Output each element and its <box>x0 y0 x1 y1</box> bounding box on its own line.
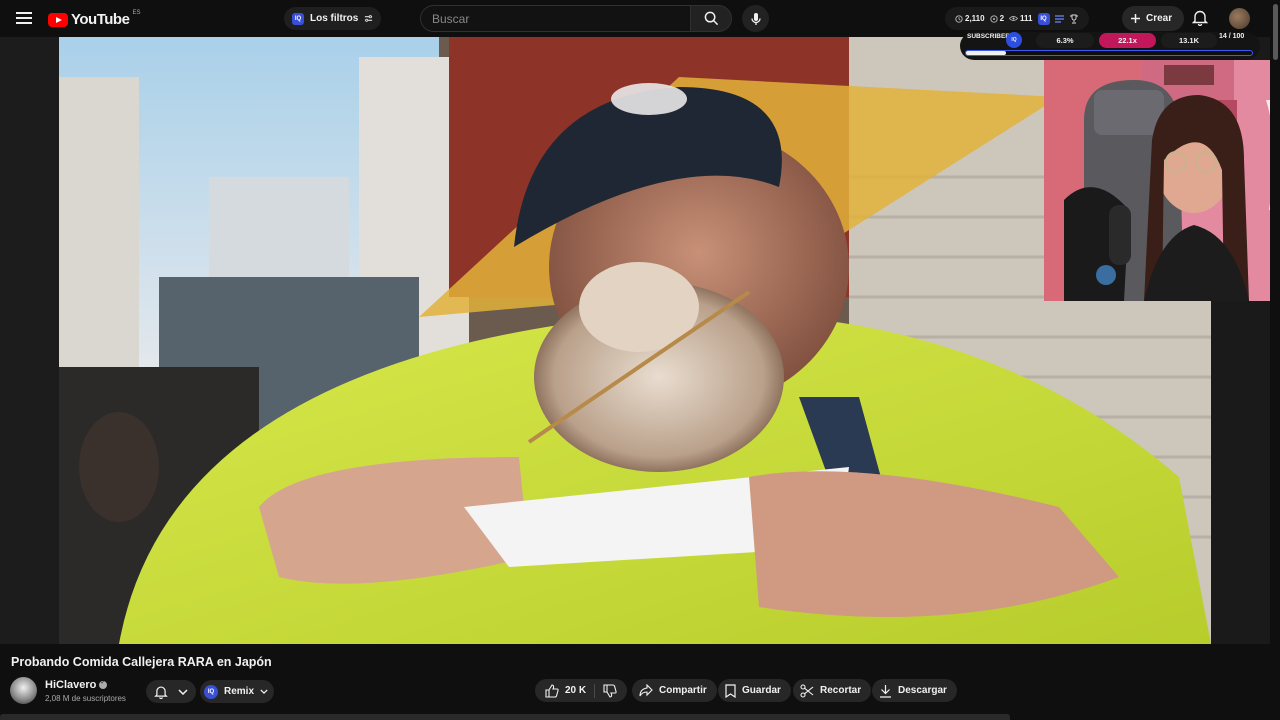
remix-label: Remix <box>224 686 255 697</box>
views-stat: 111 <box>1009 14 1033 23</box>
filter-icon <box>365 15 373 22</box>
scrollbar-thumb[interactable] <box>1273 4 1278 60</box>
streamer-webcam-overlay <box>1044 60 1270 301</box>
chevron-down-icon <box>178 688 188 695</box>
clip-label: Recortar <box>820 685 862 696</box>
dislike-button[interactable] <box>603 683 617 698</box>
eye-icon <box>1009 16 1019 21</box>
tracker-logo: IQ <box>1006 32 1022 48</box>
view-icon <box>989 14 998 23</box>
youtube-logo-icon <box>48 12 68 27</box>
bell-icon <box>1191 10 1209 27</box>
create-label: Crear <box>1146 13 1173 24</box>
download-label: Descargar <box>898 685 947 696</box>
video-player[interactable] <box>0 37 1270 644</box>
extension-badge: IQ <box>1037 12 1050 25</box>
logo-text: YouTube <box>71 11 130 28</box>
bookmark-icon <box>725 683 736 698</box>
chevron-down-icon <box>260 689 268 694</box>
save-label: Guardar <box>742 685 781 696</box>
share-icon <box>639 684 653 697</box>
trophy-icon <box>1069 14 1078 23</box>
search-bar <box>420 5 732 32</box>
search-input[interactable] <box>420 5 690 32</box>
extension-stats[interactable]: 2,110 2 111 IQ <box>945 7 1089 30</box>
search-button[interactable] <box>690 5 732 32</box>
like-count: 20 K <box>565 685 587 696</box>
verified-icon <box>99 679 108 689</box>
tracker-metric-2: 22.1x <box>1099 33 1156 48</box>
microphone-icon <box>750 12 761 25</box>
like-divider <box>594 683 596 698</box>
filters-button[interactable]: IQ Los filtros <box>284 7 382 30</box>
views-count: 111 <box>1020 14 1033 23</box>
video-frame[interactable] <box>59 37 1211 644</box>
secondary-stat: 2 <box>989 14 1005 23</box>
channel-name-row[interactable]: HiClavero <box>45 679 108 691</box>
channel-avatar[interactable] <box>10 677 37 704</box>
thumbs-down-icon <box>603 683 617 698</box>
tracker-metric-1: 6.3% <box>1036 33 1094 48</box>
remix-badge: IQ <box>204 684 218 699</box>
remix-button[interactable]: IQ Remix <box>200 680 275 703</box>
webcam-feed <box>1044 60 1270 301</box>
download-icon <box>880 684 891 698</box>
channel-name: HiClavero <box>45 679 97 691</box>
like-dislike-group: 20 K <box>535 679 628 702</box>
page-scrollbar[interactable] <box>1270 0 1280 720</box>
plus-icon <box>1131 14 1140 23</box>
search-icon <box>704 11 718 26</box>
filters-label: Los filtros <box>310 13 359 24</box>
like-button[interactable]: 20 K <box>545 683 587 698</box>
tracker-count: 14 / 100 <box>1219 33 1245 40</box>
extension-badge: IQ <box>292 12 304 25</box>
clock-icon <box>955 14 963 23</box>
subscriber-count: 2,08 M de suscriptores <box>45 694 126 703</box>
thumbs-up-icon <box>545 683 559 698</box>
create-button[interactable]: Crear <box>1122 6 1185 31</box>
share-label: Compartir <box>659 685 707 696</box>
save-button[interactable]: Guardar <box>718 679 791 702</box>
tracker-progress-fill <box>966 51 1007 55</box>
tracker-metric-3: 13.1K <box>1161 33 1217 48</box>
tracker-progress-bar <box>965 50 1253 56</box>
video-title: Probando Comida Callejera RARA en Japón <box>11 655 272 669</box>
scissors-icon <box>800 683 814 698</box>
watch-stat: 2,110 <box>955 14 985 23</box>
secondary-count: 2 <box>999 14 1005 23</box>
player-pillarbox-left <box>0 37 59 644</box>
notifications-button[interactable] <box>1191 9 1209 31</box>
bell-icon <box>154 685 168 699</box>
subscription-bell-button[interactable] <box>146 680 196 703</box>
account-avatar[interactable] <box>1229 8 1250 29</box>
video-info: Probando Comida Callejera RARA en Japón … <box>0 644 1270 720</box>
video-still <box>59 37 1211 644</box>
list-icon <box>1054 14 1064 23</box>
region-code: ES <box>132 9 141 16</box>
watch-count: 2,110 <box>965 14 985 23</box>
next-section-edge <box>0 714 1010 720</box>
menu-icon[interactable] <box>16 12 32 24</box>
download-button[interactable]: Descargar <box>872 679 957 702</box>
clip-button[interactable]: Recortar <box>793 679 872 702</box>
voice-search-button[interactable] <box>742 5 769 32</box>
share-button[interactable]: Compartir <box>632 679 717 702</box>
youtube-logo[interactable]: YouTube ES <box>48 9 141 28</box>
